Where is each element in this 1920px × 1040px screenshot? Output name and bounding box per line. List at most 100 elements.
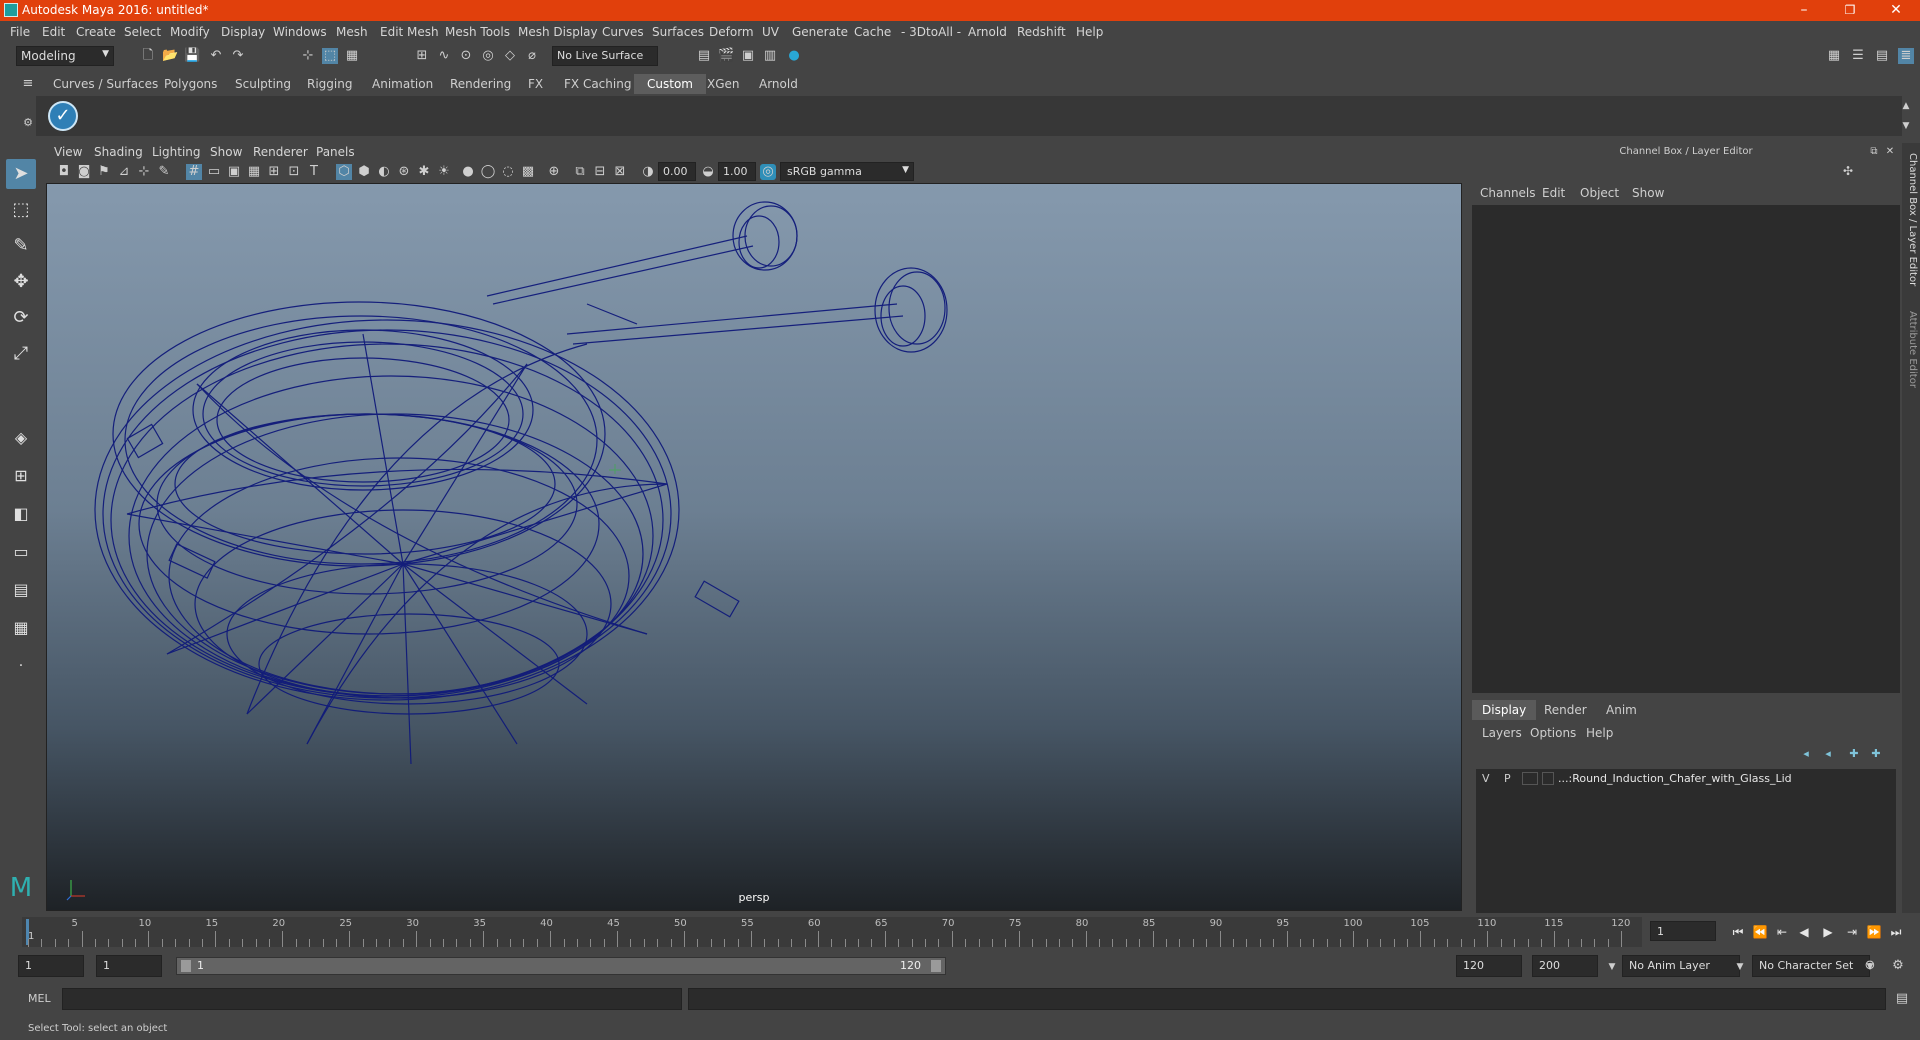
layer-visibility-toggle[interactable]: V <box>1482 772 1490 785</box>
viewport-menu-lighting[interactable]: Lighting <box>152 145 201 159</box>
channel-box-content[interactable] <box>1472 205 1900 693</box>
maximize-button[interactable]: ❐ <box>1830 0 1870 21</box>
color-management-icon[interactable]: ◎ <box>760 164 776 180</box>
tab-render[interactable]: Render <box>1534 700 1597 720</box>
animation-start-field[interactable]: 1 <box>18 955 84 977</box>
four-pane-layout-icon[interactable]: ⊞ <box>6 461 36 491</box>
layer-type-toggle[interactable] <box>1522 772 1538 785</box>
exposure-icon[interactable]: ◑ <box>640 164 656 180</box>
render-settings-icon[interactable]: ▤ <box>696 48 712 64</box>
menu-help[interactable]: Help <box>1076 25 1103 39</box>
select-tool-icon[interactable]: ➤ <box>6 159 36 189</box>
film-gate-icon[interactable]: ▭ <box>206 164 222 180</box>
menu-uv[interactable]: UV <box>762 25 779 39</box>
depth-of-field-icon[interactable]: ▩ <box>520 164 536 180</box>
go-to-end-icon[interactable]: ⏭ <box>1887 924 1905 940</box>
checkmark-shelf-icon[interactable]: ✓ <box>48 101 78 131</box>
menu-arnold[interactable]: Arnold <box>968 25 1007 39</box>
viewport-menu-shading[interactable]: Shading <box>94 145 143 159</box>
layer-name[interactable]: ...:Round_Induction_Chafer_with_Glass_Li… <box>1558 772 1792 785</box>
shelf-menu-icon[interactable]: ≡ <box>20 76 36 92</box>
menuset-dropdown[interactable]: Modeling ▼ <box>16 46 114 66</box>
float-panel-icon[interactable]: ⧉ <box>1866 144 1882 160</box>
wireframe-on-shaded-icon[interactable]: ◐ <box>376 164 392 180</box>
menu-generate[interactable]: Generate <box>792 25 848 39</box>
menu-3dtoall[interactable]: - 3DtoAll - <box>901 25 961 39</box>
shelf-scroll-down-icon[interactable]: ▼ <box>1898 118 1914 134</box>
screen-space-ao-icon[interactable]: ● <box>460 164 476 180</box>
menu-windows[interactable]: Windows <box>273 25 327 39</box>
viewport-menu-show[interactable]: Show <box>210 145 242 159</box>
graph-layout-icon[interactable]: ▤ <box>6 575 36 605</box>
hypershade-layout-icon[interactable]: ▦ <box>6 613 36 643</box>
playback-start-field[interactable]: 1 <box>96 955 162 977</box>
resolution-gate-icon[interactable]: ▣ <box>226 164 242 180</box>
tab-sculpting[interactable]: Sculpting <box>225 74 301 94</box>
tab-curves-surfaces[interactable]: Curves / Surfaces <box>43 74 168 94</box>
channels-menu[interactable]: Channels <box>1480 186 1536 200</box>
more-layouts-icon[interactable]: · <box>6 651 36 681</box>
step-back-key-icon[interactable]: ⇤ <box>1773 924 1791 940</box>
make-live-icon[interactable]: ⌀ <box>524 48 540 64</box>
chafer-wireframe-model[interactable] <box>47 184 1463 912</box>
xray-icon[interactable]: ⧉ <box>572 164 588 180</box>
menu-create[interactable]: Create <box>76 25 116 39</box>
modeling-toolkit-icon[interactable]: ☰ <box>1850 48 1866 64</box>
snap-view-icon[interactable]: ◎ <box>480 48 496 64</box>
menu-cache[interactable]: Cache <box>854 25 891 39</box>
viewport-menu-panels[interactable]: Panels <box>316 145 355 159</box>
outliner-layout-icon[interactable]: ▭ <box>6 537 36 567</box>
motion-blur-icon[interactable]: ◯ <box>480 164 496 180</box>
hypershade-icon[interactable]: ● <box>786 48 802 64</box>
viewport-menu-view[interactable]: View <box>54 145 82 159</box>
snap-curve-icon[interactable]: ∿ <box>436 48 452 64</box>
scale-tool-icon[interactable]: ⤢ <box>6 339 36 369</box>
options-menu[interactable]: Options <box>1530 726 1576 740</box>
grid-icon[interactable]: # <box>186 164 202 180</box>
exposure-field[interactable]: 0.00 <box>658 162 696 181</box>
play-backwards-icon[interactable]: ◀ <box>1795 924 1813 940</box>
side-tab-attribute-editor[interactable]: Attribute Editor <box>1904 311 1918 431</box>
anim-layer-dropdown[interactable]: No Anim Layer <box>1622 955 1740 977</box>
new-layer-selected-icon[interactable]: ✚ <box>1868 746 1884 762</box>
translate-gizmo-icon[interactable]: ✣ <box>1840 163 1856 179</box>
menu-display[interactable]: Display <box>221 25 265 39</box>
menu-deform[interactable]: Deform <box>709 25 754 39</box>
go-to-start-icon[interactable]: ⏮ <box>1729 924 1747 940</box>
select-hierarchy-icon[interactable]: ⊹ <box>300 48 316 64</box>
shelf-settings-icon[interactable]: ⚙ <box>20 115 36 131</box>
minimize-button[interactable]: – <box>1784 0 1824 21</box>
undo-icon[interactable]: ↶ <box>208 48 224 64</box>
tab-polygons[interactable]: Polygons <box>154 74 227 94</box>
bookmark-icon[interactable]: ⚑ <box>96 164 112 180</box>
character-set-dropdown[interactable]: No Character Set <box>1752 955 1870 977</box>
tab-xgen[interactable]: XGen <box>697 74 750 94</box>
tab-anim[interactable]: Anim <box>1596 700 1647 720</box>
script-editor-icon[interactable]: ▤ <box>1894 991 1910 1007</box>
new-scene-icon[interactable]: 🗋 <box>140 48 156 64</box>
tab-arnold[interactable]: Arnold <box>749 74 808 94</box>
layer-playback-toggle[interactable]: P <box>1504 772 1511 785</box>
menu-select[interactable]: Select <box>124 25 161 39</box>
render-view-icon[interactable]: ▥ <box>762 48 778 64</box>
step-back-icon[interactable]: ⏪ <box>1751 924 1769 940</box>
wireframe-icon[interactable]: ⬡ <box>336 164 352 180</box>
tab-fx-caching[interactable]: FX Caching <box>554 74 641 94</box>
chevron-down-icon[interactable]: ▼ <box>1604 959 1620 975</box>
command-input[interactable] <box>62 988 682 1010</box>
isolate-select-icon[interactable]: ⊕ <box>546 164 562 180</box>
chevron-down-icon[interactable]: ▼ <box>1732 959 1748 975</box>
tab-display[interactable]: Display <box>1472 700 1537 720</box>
open-scene-icon[interactable]: 📂 <box>162 48 178 64</box>
gate-mask-icon[interactable]: ▦ <box>246 164 262 180</box>
current-frame-field[interactable]: 1 <box>1650 921 1716 941</box>
ipr-render-icon[interactable]: ▣ <box>740 48 756 64</box>
range-start-handle[interactable] <box>181 960 191 972</box>
single-pane-layout-icon[interactable]: ◈ <box>6 423 36 453</box>
safe-action-icon[interactable]: ⊡ <box>286 164 302 180</box>
redo-icon[interactable]: ↷ <box>230 48 246 64</box>
2d-pan-zoom-icon[interactable]: ⊹ <box>136 164 152 180</box>
use-all-lights-icon[interactable]: ✱ <box>416 164 432 180</box>
move-layer-up-icon[interactable]: ◂ <box>1798 746 1814 762</box>
lasso-tool-icon[interactable]: ⬚ <box>6 195 36 225</box>
